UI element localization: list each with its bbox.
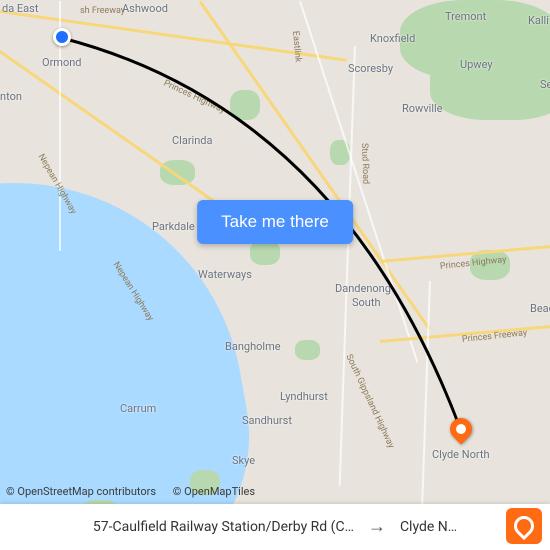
park-area [430, 50, 550, 120]
place-label: Beac [530, 302, 550, 315]
moovit-logo-icon[interactable] [506, 508, 542, 544]
arrow-right-icon: → [368, 518, 386, 536]
place-label: Parkdale [152, 220, 195, 233]
road-line [299, 1, 418, 363]
destination-marker[interactable] [445, 413, 476, 444]
road-label: Stud Road [359, 143, 370, 185]
place-label: Ashwood [122, 2, 168, 15]
route-banner[interactable]: 57-Caulfield Railway Station/Derby Rd (C… [0, 504, 550, 550]
origin-marker[interactable] [53, 28, 71, 46]
road-label: Princes Highway [162, 78, 227, 115]
place-label: Sandhurst [242, 414, 292, 427]
place-label: South [352, 296, 381, 309]
road-line [380, 243, 550, 263]
place-label: Ormond [42, 56, 82, 69]
route-to-label: Clyde N… [400, 519, 457, 535]
road-line [339, 46, 356, 486]
map-attribution: © OpenStreetMap contributors © OpenMapTi… [6, 485, 269, 498]
park-area [160, 160, 195, 185]
map-canvas[interactable]: da EastAshwoodKnoxfieldTremontKalliOrmon… [0, 0, 550, 550]
park-area [230, 90, 260, 120]
road-label: Eastlink [290, 31, 303, 63]
road-label: sh Freeway [80, 6, 125, 16]
place-label: nton [0, 90, 22, 103]
place-label: Clarinda [172, 134, 212, 147]
take-me-there-button[interactable]: Take me there [197, 200, 353, 244]
road-label: South Gippsland Highway [343, 353, 395, 450]
route-from-label: 57-Caulfield Railway Station/Derby Rd (C… [93, 519, 354, 535]
attribution-osm: © OpenStreetMap contributors [6, 485, 156, 498]
park-area [295, 340, 320, 360]
attribution-omt: © OpenMapTiles [173, 485, 255, 498]
place-label: Waterways [198, 268, 252, 281]
place-label: Dandenong [335, 282, 391, 295]
place-label: Lyndhurst [280, 390, 328, 403]
place-label: Clyde North [432, 448, 490, 461]
